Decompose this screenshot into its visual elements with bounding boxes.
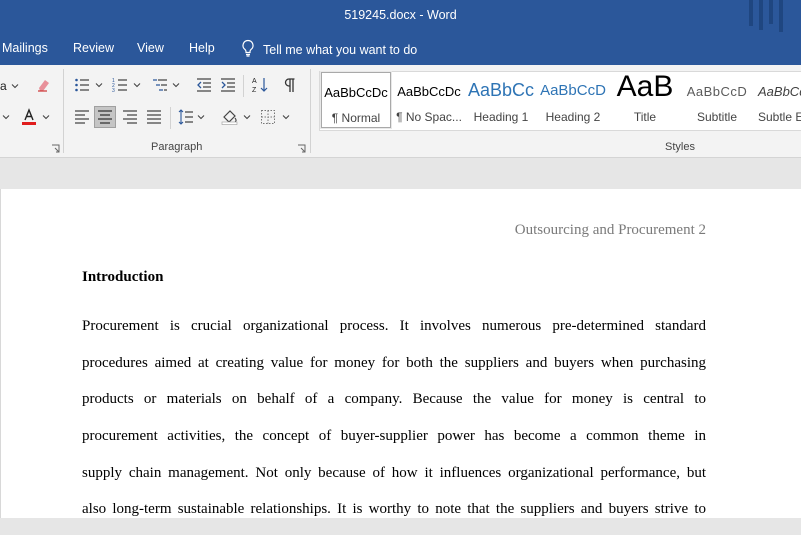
tab-help[interactable]: Help <box>189 41 215 55</box>
chevron-down-icon[interactable] <box>243 113 251 121</box>
window-title: 519245.docx - Word <box>344 8 457 22</box>
align-center-icon[interactable] <box>94 106 116 128</box>
font-size-fragment[interactable]: a <box>0 79 7 93</box>
style-name: Title <box>633 110 657 124</box>
chevron-down-icon[interactable] <box>133 81 141 89</box>
numbering-icon[interactable]: 123 <box>111 76 129 94</box>
chevron-down-icon[interactable] <box>282 113 290 121</box>
style-name: ¶ Normal <box>331 111 381 125</box>
multilevel-list-icon[interactable] <box>151 76 169 94</box>
divider <box>243 75 244 97</box>
style-name: Heading 2 <box>545 110 601 124</box>
style-normal[interactable]: AaBbCcDc ¶ Normal <box>320 71 392 129</box>
group-separator <box>310 69 311 153</box>
tell-me-text: Tell me what you want to do <box>263 42 418 57</box>
ribbon-tab-bar: Mailings Review View Help Tell me what y… <box>0 32 801 65</box>
style-heading-2[interactable]: AaBbCcD Heading 2 <box>538 72 608 128</box>
text-line: Procurement is crucial organizational pr… <box>82 318 706 334</box>
body-paragraph: Procurement is crucial organizational pr… <box>82 315 706 535</box>
style-preview: AaB <box>616 72 674 103</box>
font-color-icon[interactable] <box>20 108 38 126</box>
style-preview: AaBbCcD <box>686 84 748 99</box>
style-preview: AaBbCcD <box>758 84 801 99</box>
chevron-down-icon[interactable] <box>197 113 205 121</box>
chevron-down-icon[interactable] <box>42 113 50 121</box>
justify-icon[interactable] <box>145 108 163 126</box>
align-left-icon[interactable] <box>73 108 91 126</box>
style-no-spacing[interactable]: AaBbCcDc ¶ No Spac... <box>394 72 464 128</box>
text-line: supply chain management. Not only becaus… <box>82 464 706 481</box>
document-page[interactable]: Outsourcing and Procurement 2 Introducti… <box>0 189 801 518</box>
clear-formatting-icon[interactable] <box>35 76 53 94</box>
style-preview: AaBbCc <box>467 80 535 100</box>
style-name: Subtle Em <box>758 110 801 124</box>
tell-me-search[interactable]: Tell me what you want to do <box>241 39 417 60</box>
lightbulb-icon <box>241 39 255 60</box>
text-line: also long-term sustainable relationships… <box>82 501 706 518</box>
svg-text:A: A <box>252 78 257 85</box>
styles-gallery: AaBbCcDc ¶ Normal AaBbCcDc ¶ No Spac... … <box>319 71 801 131</box>
increase-indent-icon[interactable] <box>219 76 237 94</box>
style-subtitle[interactable]: AaBbCcD Subtitle <box>682 72 752 128</box>
style-preview: AaBbCcD <box>540 82 606 99</box>
line-spacing-icon[interactable] <box>177 108 195 126</box>
chevron-down-icon[interactable] <box>172 81 180 89</box>
style-title[interactable]: AaB Title <box>610 72 680 128</box>
svg-text:3: 3 <box>112 88 115 93</box>
group-separator <box>63 69 64 153</box>
paragraph-dialog-launcher-icon[interactable] <box>297 144 306 153</box>
style-name: Subtitle <box>696 110 738 124</box>
chevron-down-icon[interactable] <box>2 113 10 121</box>
svg-text:Z: Z <box>252 87 257 94</box>
title-decoration <box>741 0 801 32</box>
chevron-down-icon[interactable] <box>11 82 19 90</box>
bullets-icon[interactable] <box>73 76 91 94</box>
show-formatting-marks-icon[interactable] <box>281 76 299 94</box>
title-bar: 519245.docx - Word <box>0 0 801 32</box>
tab-mailings[interactable]: Mailings <box>2 41 48 55</box>
chevron-down-icon[interactable] <box>95 81 103 89</box>
styles-group-label: Styles <box>665 141 695 153</box>
borders-icon[interactable] <box>259 108 277 126</box>
font-dialog-launcher-icon[interactable] <box>51 144 60 153</box>
style-name: Heading 1 <box>473 110 529 124</box>
document-area-background <box>0 158 801 189</box>
tab-review[interactable]: Review <box>73 41 114 55</box>
divider <box>170 107 171 129</box>
style-preview: AaBbCcDc <box>397 84 461 99</box>
section-heading: Introduction <box>82 269 164 285</box>
align-right-icon[interactable] <box>121 108 139 126</box>
decrease-indent-icon[interactable] <box>195 76 213 94</box>
style-preview: AaBbCcDc <box>324 85 388 100</box>
style-subtle-emphasis[interactable]: AaBbCcD Subtle Em <box>754 72 801 128</box>
ribbon-home: a 123 AZ Paragraph AaBbCcDc ¶ Normal AaB… <box>0 65 801 158</box>
style-heading-1[interactable]: AaBbCc Heading 1 <box>466 72 536 128</box>
text-line: procurement activities, the concept of b… <box>82 428 706 445</box>
style-name: ¶ No Spac... <box>396 110 462 124</box>
shading-icon[interactable] <box>221 108 239 126</box>
tab-view[interactable]: View <box>137 41 164 55</box>
paragraph-group-label: Paragraph <box>151 141 203 153</box>
sort-icon[interactable]: AZ <box>251 76 269 94</box>
page-header: Outsourcing and Procurement 2 <box>514 222 706 238</box>
text-line: products or materials on behalf of a com… <box>82 391 706 408</box>
text-line: procedures aimed at creating value for m… <box>82 354 706 371</box>
